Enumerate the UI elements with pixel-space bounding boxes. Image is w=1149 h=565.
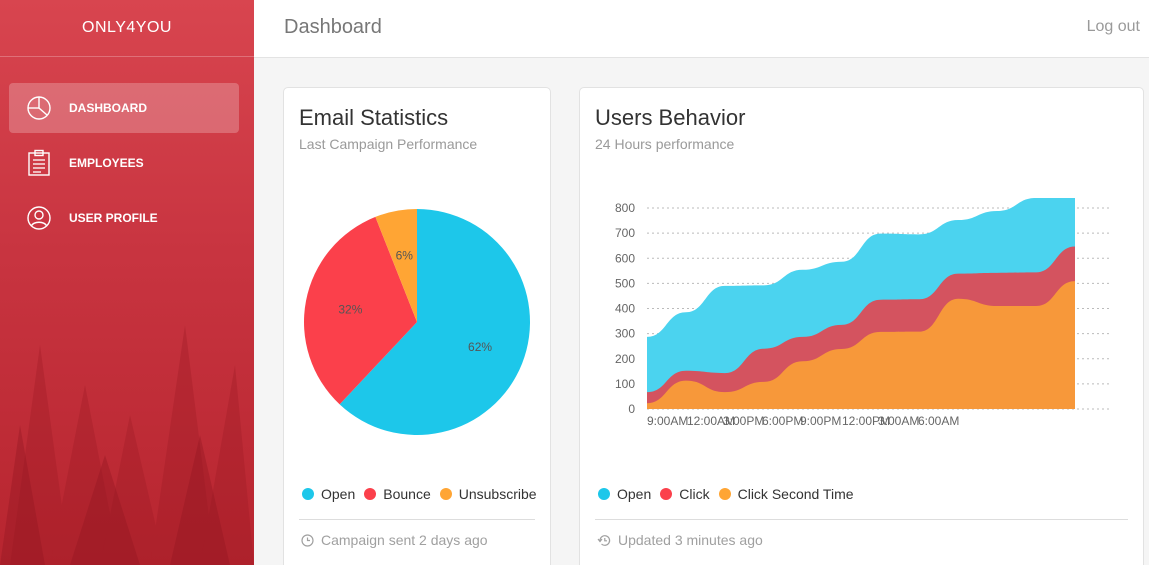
user-icon xyxy=(25,204,53,232)
sidebar-item-label: DASHBOARD xyxy=(69,101,147,115)
x-tick-label: 6:00AM xyxy=(918,414,959,428)
y-tick-label: 100 xyxy=(615,377,635,391)
y-tick-label: 400 xyxy=(615,302,635,316)
sidebar: ONLY4YOU DASHBOARD EMPLOYEES USER PROFIL… xyxy=(0,0,254,565)
y-tick-label: 0 xyxy=(628,402,635,416)
legend-label: Unsubscribe xyxy=(458,486,537,502)
sidebar-nav: DASHBOARD EMPLOYEES USER PROFILE xyxy=(0,57,254,243)
page-title: Dashboard xyxy=(284,16,382,38)
x-tick-label: 6:00PM xyxy=(762,414,803,428)
legend-dot xyxy=(302,488,314,500)
sidebar-item-dashboard[interactable]: DASHBOARD xyxy=(9,83,239,133)
brand-logo[interactable]: ONLY4YOU xyxy=(0,0,254,57)
history-icon xyxy=(597,534,611,546)
y-tick-label: 600 xyxy=(615,251,635,265)
divider xyxy=(595,519,1128,520)
footer-text: Updated 3 minutes ago xyxy=(618,532,763,548)
legend-label: Click xyxy=(679,486,710,502)
card-title: Email Statistics xyxy=(299,105,449,130)
footer-note: Updated 3 minutes ago xyxy=(597,532,763,548)
legend-label: Click Second Time xyxy=(737,486,854,502)
pie-slice-label: 32% xyxy=(338,302,362,316)
card-subtitle: 24 Hours performance xyxy=(595,136,735,152)
y-tick-label: 300 xyxy=(615,327,635,341)
footer-text: Campaign sent 2 days ago xyxy=(321,532,488,548)
sidebar-item-label: EMPLOYEES xyxy=(69,156,144,170)
legend-label: Open xyxy=(321,486,356,502)
legend-unsubscribe: Unsubscribe xyxy=(439,486,537,502)
sidebar-item-label: USER PROFILE xyxy=(69,211,158,225)
legend-click-second-time: Click Second Time xyxy=(718,486,854,502)
y-tick-label: 500 xyxy=(615,276,635,290)
clipboard-icon xyxy=(25,149,53,177)
legend-label: Open xyxy=(617,486,652,502)
x-tick-label: 9:00PM xyxy=(800,414,841,428)
area-legend: Open Click Click Second Time xyxy=(598,486,863,502)
legend-dot xyxy=(718,488,731,500)
sidebar-item-employees[interactable]: EMPLOYEES xyxy=(9,138,239,188)
pie-chart-icon xyxy=(25,94,53,122)
legend-open: Open xyxy=(598,486,651,502)
legend-click: Click xyxy=(660,486,710,502)
clock-icon xyxy=(301,533,314,547)
legend-dot xyxy=(364,488,377,500)
legend-bounce: Bounce xyxy=(364,486,431,502)
legend-dot xyxy=(598,488,610,500)
legend-label: Bounce xyxy=(383,486,431,502)
legend-open: Open xyxy=(302,486,355,502)
pie-legend: Open Bounce Unsubscribe xyxy=(302,486,546,502)
divider xyxy=(299,519,535,520)
pie-slice-label: 6% xyxy=(396,248,414,262)
y-tick-label: 800 xyxy=(615,201,635,215)
logout-link[interactable]: Log out xyxy=(1087,18,1140,36)
y-tick-label: 700 xyxy=(615,226,635,240)
users-behavior-card: Users Behavior 24 Hours performance 0 100… xyxy=(579,87,1144,565)
forest-background-image xyxy=(0,325,254,565)
x-tick-label: 3:00PM xyxy=(723,414,764,428)
x-tick-label: 3:00AM xyxy=(878,414,919,428)
legend-dot xyxy=(439,488,452,500)
legend-dot xyxy=(660,488,673,500)
footer-note: Campaign sent 2 days ago xyxy=(301,532,488,548)
email-statistics-card: Email Statistics Last Campaign Performan… xyxy=(283,87,551,565)
pie-slice-label: 62% xyxy=(468,340,492,354)
sidebar-item-user-profile[interactable]: USER PROFILE xyxy=(9,193,239,243)
card-subtitle: Last Campaign Performance xyxy=(299,136,478,152)
users-behavior-area-chart: 01002003004005006007008009:00AM12:00AM3:… xyxy=(615,198,1112,428)
y-tick-label: 200 xyxy=(615,352,635,366)
card-title: Users Behavior xyxy=(595,105,746,130)
top-navbar: Dashboard Log out xyxy=(254,0,1149,58)
x-tick-label: 9:00AM xyxy=(647,414,688,428)
email-pie-chart: 62% 32% 6% xyxy=(304,209,530,435)
